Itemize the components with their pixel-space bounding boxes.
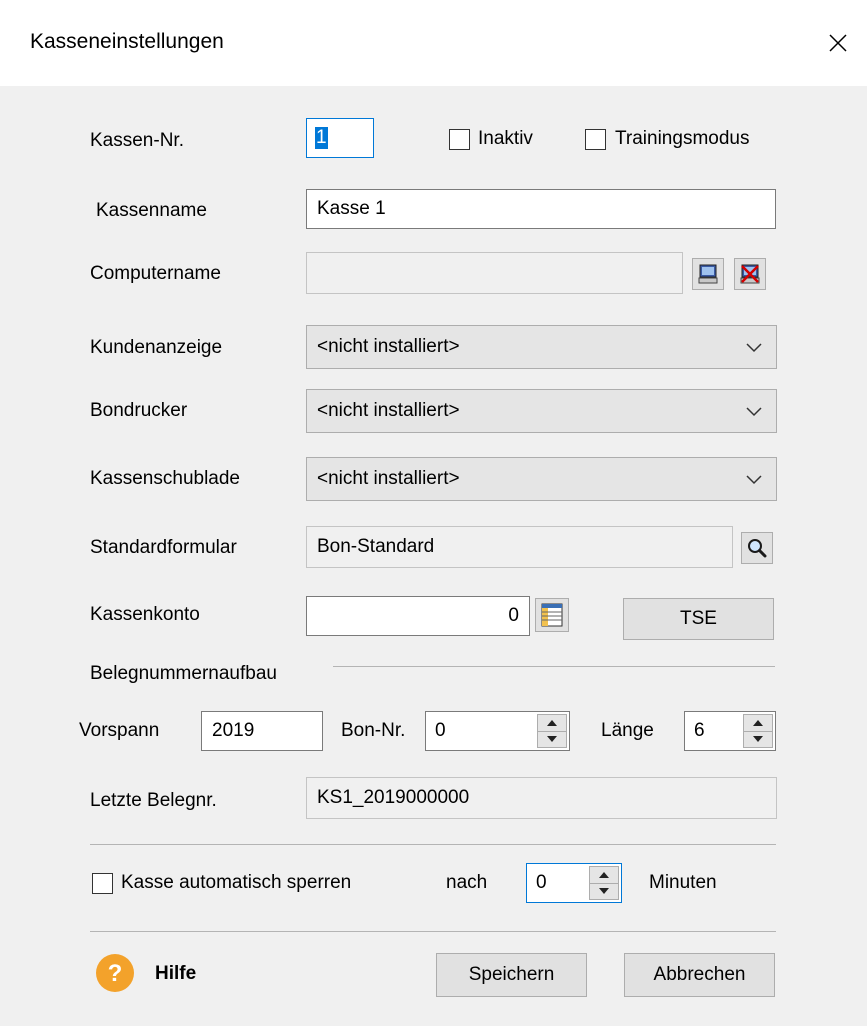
title-bar: Kasseneinstellungen [0,0,867,86]
vorspann-input[interactable]: 2019 [201,711,323,751]
section-divider [333,666,775,667]
standardformular-label: Standardformular [90,537,237,558]
chevron-down-icon [746,475,762,485]
kassen-nr-label: Kassen-Nr. [90,130,184,151]
laenge-value: 6 [694,720,705,741]
tse-button[interactable]: TSE [623,598,774,640]
kassenkonto-label: Kassenkonto [90,604,200,625]
trainingsmodus-checkbox[interactable] [585,129,606,150]
kassen-nr-input[interactable]: 1 [306,118,374,158]
kundenanzeige-label: Kundenanzeige [90,337,223,358]
belegnummer-section-label: Belegnummernaufbau [90,663,277,684]
autolock-minutes-spinner[interactable]: 0 [526,863,622,903]
laenge-decrement[interactable] [743,730,773,748]
letzte-belegnr-input: KS1_2019000000 [306,777,777,819]
laenge-spinner[interactable]: 6 [684,711,776,751]
standardformular-search-button[interactable] [741,532,773,564]
divider [90,844,776,845]
bon-nr-increment[interactable] [537,714,567,731]
vorspann-label: Vorspann [79,720,160,741]
inaktiv-label[interactable]: Inaktiv [478,128,533,150]
kassenschublade-label: Kassenschublade [90,468,240,489]
close-icon [829,34,847,52]
bondrucker-dropdown[interactable]: <nicht installiert> [306,389,777,433]
bon-nr-label: Bon-Nr. [341,720,406,741]
triangle-down-icon [547,736,557,743]
computer-select-button[interactable] [692,258,724,290]
kassenkonto-select-button[interactable] [535,598,569,632]
autolock-label[interactable]: Kasse automatisch sperren [121,872,351,894]
kundenanzeige-value: <nicht installiert> [317,336,460,357]
triangle-up-icon [547,719,557,726]
help-button[interactable]: ? [95,953,135,993]
autolock-minutes-value: 0 [536,872,547,893]
divider [90,931,776,932]
table-icon [541,603,563,627]
laenge-increment[interactable] [743,714,773,731]
autolock-decrement[interactable] [589,882,619,900]
computer-remove-icon [740,264,760,284]
autolock-unit-label: Minuten [649,872,717,893]
kassenname-label: Kassenname [96,200,207,221]
bon-nr-value: 0 [435,720,446,741]
autolock-increment[interactable] [589,866,619,883]
trainingsmodus-label[interactable]: Trainingsmodus [615,128,749,150]
computer-icon [698,264,718,284]
chevron-down-icon [746,343,762,353]
cancel-button[interactable]: Abbrechen [624,953,775,997]
standardformular-input[interactable]: Bon-Standard [306,526,733,568]
triangle-up-icon [753,719,763,726]
computername-label: Computername [90,263,221,284]
inaktiv-checkbox[interactable] [449,129,470,150]
window-title: Kasseneinstellungen [30,30,224,53]
help-icon: ? [96,954,134,992]
triangle-up-icon [599,871,609,878]
computer-clear-button[interactable] [734,258,766,290]
kundenanzeige-dropdown[interactable]: <nicht installiert> [306,325,777,369]
autolock-nach-label: nach [446,872,488,893]
settings-dialog: Kasseneinstellungen Kassen-Nr. 1 Inaktiv… [0,0,867,1026]
kassenkonto-input[interactable]: 0 [306,596,530,636]
computername-input[interactable] [306,252,683,294]
close-button[interactable] [809,0,867,86]
svg-text:?: ? [108,960,123,987]
laenge-label: Länge [601,720,654,741]
bon-nr-decrement[interactable] [537,730,567,748]
kassenschublade-value: <nicht installiert> [317,468,460,489]
triangle-down-icon [599,888,609,895]
bondrucker-label: Bondrucker [90,400,188,421]
letzte-belegnr-label: Letzte Belegnr. [90,790,217,811]
help-label[interactable]: Hilfe [155,963,196,985]
kassen-nr-value: 1 [315,127,328,149]
kassenschublade-dropdown[interactable]: <nicht installiert> [306,457,777,501]
kassenname-input[interactable]: Kasse 1 [306,189,776,229]
save-button[interactable]: Speichern [436,953,587,997]
triangle-down-icon [753,736,763,743]
autolock-checkbox[interactable] [92,873,113,894]
bon-nr-spinner[interactable]: 0 [425,711,570,751]
bondrucker-value: <nicht installiert> [317,400,460,421]
search-icon [748,539,767,558]
chevron-down-icon [746,407,762,417]
